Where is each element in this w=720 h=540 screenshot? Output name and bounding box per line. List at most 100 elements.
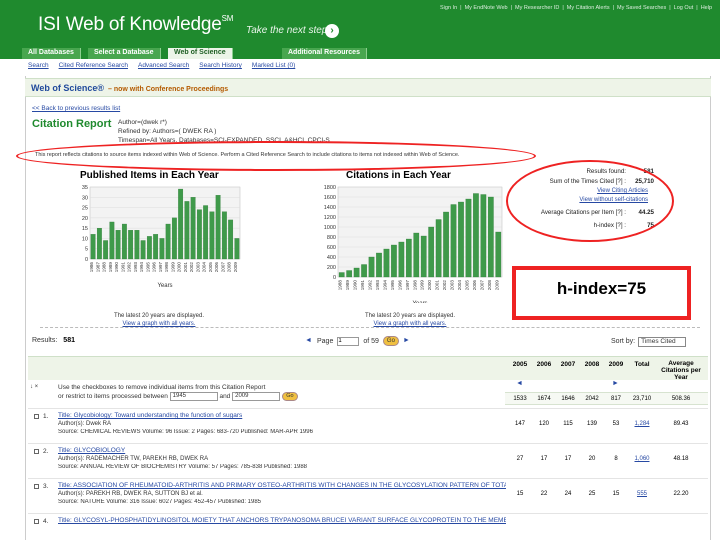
bar <box>178 188 184 260</box>
x-tick-label: 1994 <box>139 262 144 273</box>
col-year-2008: 2008 <box>584 361 600 368</box>
x-tick-label: 1997 <box>405 280 410 291</box>
y-tick-label: 0 <box>85 257 88 263</box>
arrow-circle-icon: › <box>325 24 339 38</box>
record-checkbox[interactable] <box>34 519 39 524</box>
bar <box>184 201 190 260</box>
col-year-2005: 2005 <box>512 361 528 368</box>
back-to-results-link[interactable]: << Back to previous results list <box>32 105 120 112</box>
record-title-link[interactable]: Title: GLYCOBIOLOGY <box>58 447 506 454</box>
record-number: 4. <box>43 518 49 525</box>
highlight-oval-stats <box>506 160 674 242</box>
bar <box>361 264 367 278</box>
top-link[interactable]: My Researcher ID <box>511 5 559 11</box>
x-tick-label: 1995 <box>390 280 395 291</box>
x-tick-label: 2004 <box>457 280 462 291</box>
page-input[interactable] <box>337 336 360 346</box>
logo[interactable]: ISI Web of KnowledgeSM <box>38 14 233 36</box>
record-total-link[interactable]: 1,284 <box>629 421 655 427</box>
y-tick-label: 1400 <box>324 205 336 211</box>
instr-and: and <box>219 393 231 401</box>
bar <box>450 204 457 278</box>
nav-cited-reference-search[interactable]: Cited Reference Search <box>59 62 128 69</box>
bar <box>495 231 502 278</box>
x-tick-label: 2000 <box>427 280 432 291</box>
from-year-select[interactable]: 1945 <box>169 392 218 401</box>
y-tick-label: 1200 <box>324 215 336 221</box>
tab-web-of-science[interactable]: Web of Science <box>168 48 233 59</box>
record-authors: Author(s): PAREKH RB, DWEK RA, SUTTON BJ… <box>58 491 203 497</box>
tagline: Take the next step <box>246 25 328 36</box>
bar <box>115 230 121 260</box>
h-index-callout: h-index=75 <box>512 266 691 320</box>
top-link[interactable]: My Saved Searches <box>613 5 666 11</box>
record-total-link[interactable]: 1,060 <box>629 456 655 462</box>
x-tick-label: 2003 <box>195 262 200 273</box>
published-items-chart: 051015202530351986 1987 1988 1989 1990 1991 19… <box>82 185 241 289</box>
record-year-cell: 17 <box>564 456 572 462</box>
col-year-2009: 2009 <box>608 361 624 368</box>
bar <box>405 238 412 278</box>
top-link[interactable]: Help <box>696 5 712 11</box>
sum-average: 508.36 <box>671 396 691 402</box>
record-checkbox[interactable] <box>34 414 39 419</box>
record-title-link[interactable]: Title: Glycobiology: Toward understandin… <box>58 412 506 419</box>
instr-line2: or restrict to items processed between <box>58 393 168 401</box>
x-tick-label: 1991 <box>360 280 365 291</box>
table-row: 1. Title: Glycobiology: Toward understand… <box>28 408 708 442</box>
top-link[interactable]: Log Out <box>669 5 694 11</box>
bar <box>338 272 345 278</box>
prev-page-icon[interactable]: ◄ <box>305 337 313 345</box>
nav-search-history[interactable]: Search History <box>199 62 242 69</box>
page-go-button[interactable]: Go <box>382 336 399 346</box>
top-link[interactable]: My Citation Alerts <box>562 5 610 11</box>
scroll-right-icon[interactable]: ► <box>612 380 619 387</box>
x-tick-label: 1988 <box>102 262 107 273</box>
x-tick-label: 1990 <box>114 262 119 273</box>
nav-marked-list[interactable]: Marked List (0) <box>252 62 295 69</box>
nav-search[interactable]: Search <box>28 62 49 69</box>
record-year-cell: 139 <box>586 421 597 427</box>
restrict-go-button[interactable]: Go <box>281 392 298 401</box>
record-title-link[interactable]: Title: ASSOCIATION OF RHEUMATOID-ARTHRIT… <box>58 482 506 489</box>
pagination: ◄ Page of 59 Go ► <box>305 336 411 346</box>
sort-label: Sort by: <box>611 338 636 345</box>
bar <box>146 236 152 260</box>
sum-2009: 817 <box>610 396 621 402</box>
highlight-oval-note <box>16 141 536 171</box>
record-total-link[interactable]: 555 <box>629 491 655 497</box>
x-tick-label: 1992 <box>127 262 132 273</box>
record-authors: Author(s): Dwek RA <box>58 421 112 427</box>
bar <box>128 230 134 260</box>
nav-advanced-search[interactable]: Advanced Search <box>138 62 189 69</box>
bar <box>376 252 382 278</box>
bar <box>159 238 165 260</box>
next-page-icon[interactable]: ► <box>403 337 411 345</box>
sum-2008: 2042 <box>585 396 599 402</box>
tab-additional-resources[interactable]: Additional Resources <box>282 48 367 59</box>
bar <box>413 232 420 278</box>
instr-line1: Use the checkboxes to remove individual … <box>58 384 266 391</box>
top-link[interactable]: Sign In <box>440 5 457 11</box>
table-header <box>28 356 708 380</box>
bar <box>190 197 196 260</box>
tab-select-database[interactable]: Select a Database <box>88 48 161 59</box>
x-axis-label: Years <box>412 301 427 303</box>
y-tick-label: 800 <box>327 235 336 241</box>
scroll-left-icon[interactable]: ◄ <box>516 380 523 387</box>
record-year-cell: 115 <box>563 421 573 427</box>
record-title-link[interactable]: Title: GLYCOSYL-PHOSPHATIDYLINOSITOL MOI… <box>58 517 506 524</box>
tab-all-databases[interactable]: All Databases <box>22 48 81 59</box>
to-year-select[interactable]: 2009 <box>232 392 281 401</box>
record-checkbox[interactable] <box>34 484 39 489</box>
bar <box>196 209 202 260</box>
record-checkbox[interactable] <box>34 449 39 454</box>
divider <box>40 327 700 328</box>
x-tick-label: 2002 <box>189 262 194 273</box>
sort-select[interactable]: Times Cited <box>638 337 687 347</box>
x-tick-label: 1999 <box>420 280 425 291</box>
bar <box>96 227 102 260</box>
top-link[interactable]: My EndNote Web <box>460 5 508 11</box>
page-of-label: of 59 <box>363 337 379 345</box>
record-year-cell: 27 <box>516 456 524 462</box>
